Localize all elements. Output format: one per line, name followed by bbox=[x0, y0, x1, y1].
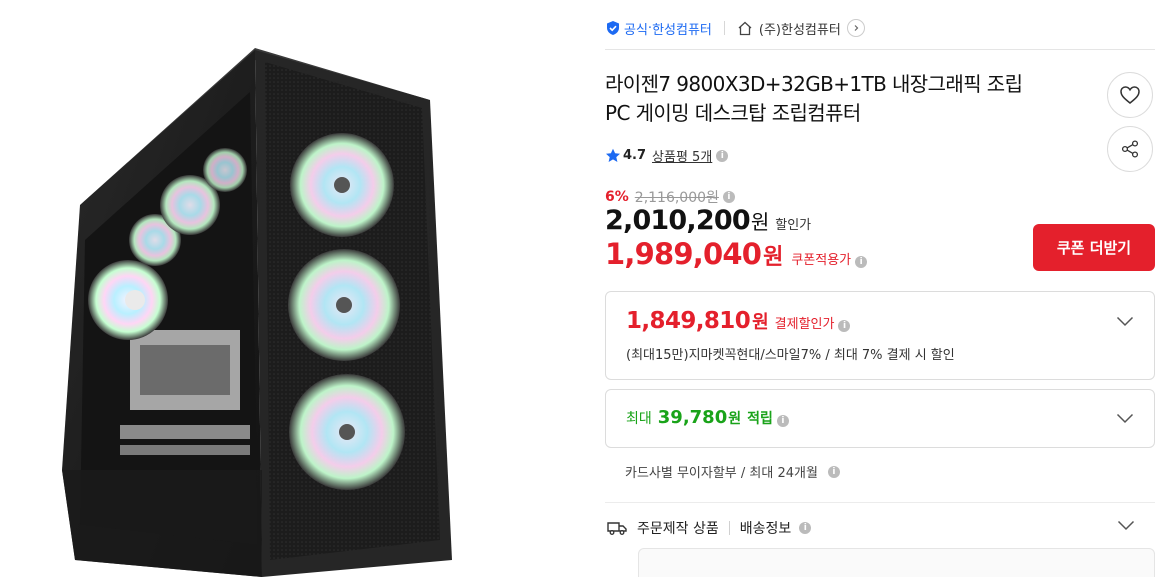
original-price-row: 6% 2,116,000원 i bbox=[605, 187, 735, 207]
installment-row: 카드사별 무이자할부 / 최대 24개월 i bbox=[625, 462, 840, 481]
share-icon bbox=[1121, 140, 1139, 158]
points-row: 최대 39,780 원 적립 i bbox=[626, 407, 789, 428]
made-to-order-label: 주문제작 상품 bbox=[637, 521, 719, 537]
coupon-price-unit: 원 bbox=[763, 245, 784, 270]
coupon-price: 1,989,040 bbox=[605, 237, 762, 271]
payment-price-unit: 원 bbox=[752, 312, 769, 333]
info-icon[interactable]: i bbox=[838, 320, 851, 332]
divider bbox=[605, 49, 1155, 50]
payment-description: (최대15만)지마켓꼭현대/스마일7% / 최대 7% 결제 시 할인 bbox=[626, 348, 955, 363]
pc-case-illustration bbox=[62, 48, 452, 577]
share-button[interactable] bbox=[1107, 126, 1153, 172]
shipping-info-label: 배송정보 bbox=[739, 521, 792, 537]
shipping-row: 주문제작 상품 배송정보 i bbox=[607, 518, 812, 538]
discount-rate: 6% bbox=[605, 189, 629, 205]
chevron-right-icon bbox=[846, 19, 865, 37]
official-label: 공식 bbox=[624, 22, 648, 38]
official-store-badge[interactable]: 공식 · 한성컴퓨터 bbox=[605, 19, 712, 38]
points-unit: 원 bbox=[728, 411, 742, 427]
divider bbox=[723, 21, 725, 35]
shipping-detail-panel bbox=[638, 548, 1155, 577]
chevron-down-icon[interactable] bbox=[1116, 316, 1134, 327]
coupon-price-tag: 쿠폰적용가 bbox=[791, 253, 852, 268]
payment-price: 1,849,810 bbox=[626, 308, 751, 334]
star-icon bbox=[606, 148, 620, 162]
coupon-download-button[interactable]: 쿠폰 더받기 bbox=[1033, 224, 1155, 271]
wish-button[interactable] bbox=[1107, 72, 1153, 118]
product-image bbox=[0, 0, 560, 577]
rating-value: 4.7 bbox=[623, 148, 647, 163]
store-link[interactable]: (주)한성컴퓨터 bbox=[737, 19, 865, 38]
heart-icon bbox=[1120, 86, 1140, 104]
shield-check-icon bbox=[607, 21, 619, 35]
rating-row: 4.7 상품평 5개 i bbox=[605, 146, 729, 165]
payment-discount-box[interactable]: 1,849,810 원 결제할인가 i (최대15만)지마켓꼭현대/스마일7% … bbox=[605, 291, 1155, 380]
info-icon[interactable]: i bbox=[722, 191, 735, 203]
sale-price: 2,010,200 bbox=[605, 205, 751, 236]
info-icon[interactable]: i bbox=[716, 149, 729, 162]
coupon-price-row: 1,989,040 원 쿠폰적용가 i bbox=[605, 237, 868, 271]
review-link[interactable]: 상품평 5개 bbox=[652, 146, 712, 165]
points-box[interactable]: 최대 39,780 원 적립 i bbox=[605, 389, 1155, 448]
home-icon bbox=[738, 21, 752, 35]
product-title-line2: PC 게이밍 데스크탑 조립컴퓨터 bbox=[605, 101, 861, 125]
payment-price-row: 1,849,810 원 결제할인가 i bbox=[626, 308, 851, 334]
chevron-down-icon[interactable] bbox=[1116, 413, 1134, 424]
store-name: (주)한성컴퓨터 bbox=[758, 22, 841, 38]
sale-price-tag: 할인가 bbox=[775, 218, 812, 233]
points-prefix: 최대 bbox=[626, 411, 652, 427]
info-icon[interactable]: i bbox=[827, 465, 840, 478]
product-title: 라이젠7 9800X3D+32GB+1TB 내장그래픽 조립 PC 게이밍 데스… bbox=[605, 70, 1085, 128]
points-amount: 39,780 bbox=[657, 407, 728, 428]
original-price: 2,116,000원 bbox=[634, 190, 719, 206]
info-icon[interactable]: i bbox=[799, 522, 812, 534]
chevron-down-icon[interactable] bbox=[1117, 520, 1135, 531]
sale-price-row: 2,010,200 원 할인가 bbox=[605, 205, 811, 236]
info-icon[interactable]: i bbox=[776, 415, 789, 427]
product-title-line1: 라이젠7 9800X3D+32GB+1TB 내장그래픽 조립 bbox=[605, 72, 1023, 96]
points-tag: 적립 bbox=[747, 411, 773, 427]
divider bbox=[605, 502, 1155, 503]
installment-text: 카드사별 무이자할부 / 최대 24개월 bbox=[625, 466, 818, 481]
info-icon[interactable]: i bbox=[855, 256, 868, 268]
sale-price-unit: 원 bbox=[750, 210, 770, 234]
payment-price-tag: 결제할인가 bbox=[774, 317, 835, 332]
divider bbox=[728, 521, 730, 535]
seller-row: 공식 · 한성컴퓨터 (주)한성컴퓨터 bbox=[605, 14, 865, 42]
truck-icon bbox=[607, 522, 627, 535]
product-info-panel: 공식 · 한성컴퓨터 (주)한성컴퓨터 라이젠7 9800X3D+32GB+1T… bbox=[605, 0, 1157, 577]
official-store-name: 한성컴퓨터 bbox=[652, 22, 712, 38]
